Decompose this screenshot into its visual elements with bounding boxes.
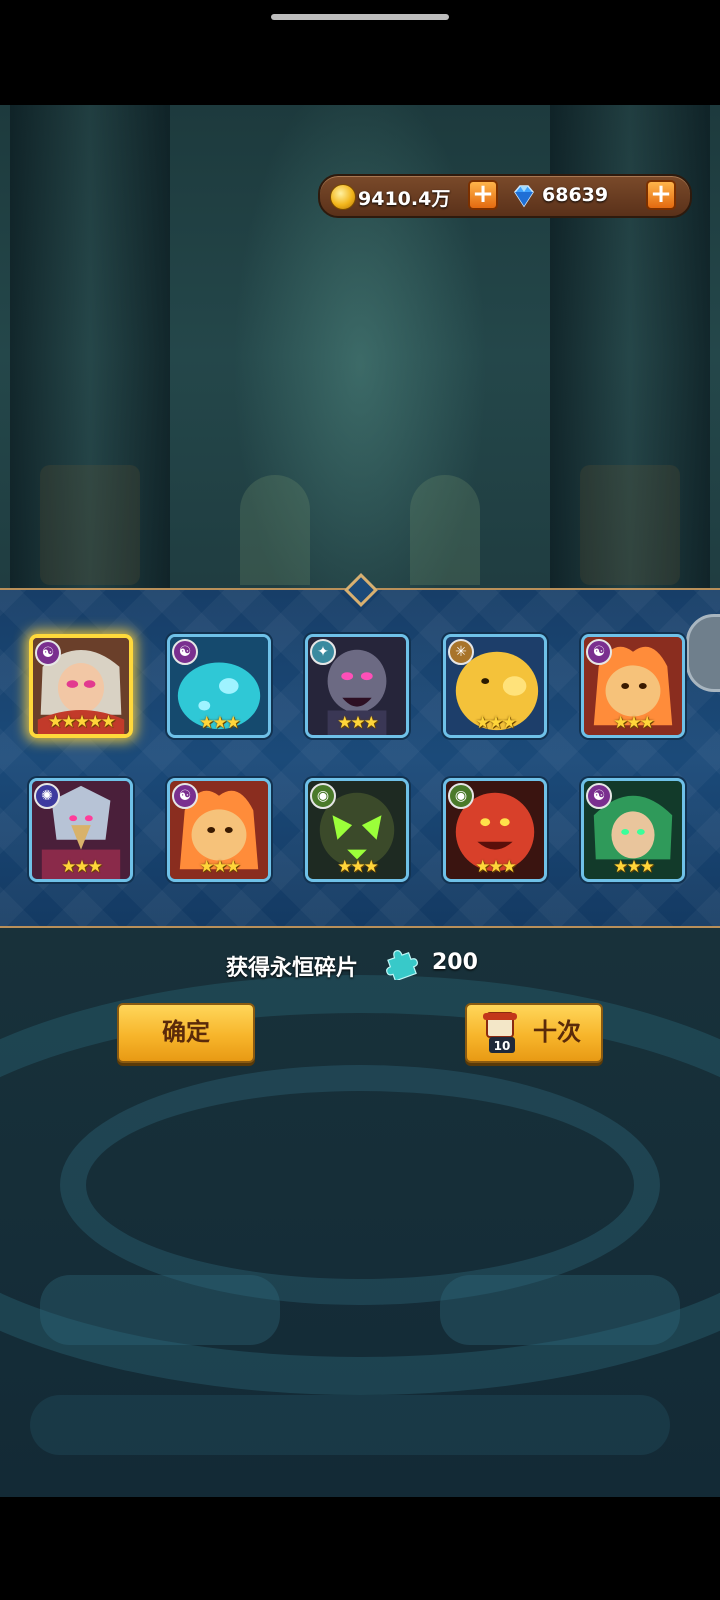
- element-storm-icon: ✦: [310, 639, 336, 665]
- gold-amount: 9410.4万: [358, 188, 451, 210]
- star-rating: ★★★: [475, 713, 517, 733]
- diamond-icon: [514, 185, 534, 208]
- hero-card[interactable]: ☯ ★★★: [581, 778, 685, 882]
- element-shadow-icon: ☯: [172, 639, 198, 665]
- element-nature-icon: ◉: [448, 783, 474, 809]
- element-shadow-icon: ☯: [172, 783, 198, 809]
- ten-draw-label: 十次: [533, 1018, 581, 1046]
- summon-circle-inner: [60, 1065, 660, 1305]
- element-shadow-icon: ☯: [35, 640, 61, 666]
- star-rating: ★★★: [613, 857, 655, 877]
- hero-card[interactable]: ☯ ★★★★★: [29, 634, 133, 738]
- star-rating: ★★★: [61, 857, 103, 877]
- star-rating: ★★★: [337, 857, 379, 877]
- star-rating: ★★★: [475, 857, 517, 877]
- coin-icon: [330, 184, 356, 210]
- reward-label: 获得永恒碎片: [226, 956, 359, 981]
- floor-rune: [40, 1275, 280, 1345]
- ticket-count: 10: [494, 1039, 511, 1053]
- floor-rune: [30, 1395, 670, 1455]
- gem-amount: 68639: [542, 184, 609, 206]
- hero-card[interactable]: ◉ ★★★: [305, 778, 409, 882]
- hero-card[interactable]: ✺ ★★★: [29, 778, 133, 882]
- element-shadow-icon: ☯: [586, 783, 612, 809]
- confirm-button-label: 确定: [162, 1018, 210, 1046]
- reward-amount: 200: [432, 950, 478, 975]
- star-rating: ★★★★★: [47, 712, 116, 732]
- status-bar-handle: [271, 14, 449, 20]
- element-void-icon: ✺: [34, 783, 60, 809]
- hero-card[interactable]: ☯ ★★★: [167, 634, 271, 738]
- hero-card[interactable]: ✦ ★★★: [305, 634, 409, 738]
- floor-rune: [440, 1275, 680, 1345]
- add-gems-button[interactable]: +: [646, 180, 676, 210]
- side-tab-button[interactable]: [686, 614, 720, 692]
- element-shadow-icon: ☯: [586, 639, 612, 665]
- ten-draw-button[interactable]: 10 十次: [465, 1003, 603, 1063]
- temple-arch: [410, 475, 480, 585]
- hero-card[interactable]: ☯ ★★★: [581, 634, 685, 738]
- hero-card[interactable]: ✳ ★★★: [443, 634, 547, 738]
- reward-row: 获得永恒碎片 200: [0, 946, 720, 986]
- confirm-button[interactable]: 确定: [117, 1003, 255, 1063]
- element-light-icon: ✳: [448, 639, 474, 665]
- hero-card[interactable]: ☯ ★★★: [167, 778, 271, 882]
- star-rating: ★★★: [199, 713, 241, 733]
- element-nature-icon: ◉: [310, 783, 336, 809]
- summon-ticket-icon: 10: [483, 1012, 517, 1053]
- puzzle-piece-icon: [386, 949, 418, 980]
- star-rating: ★★★: [199, 857, 241, 877]
- temple-pillar-left: [10, 105, 170, 605]
- star-rating: ★★★: [613, 713, 655, 733]
- summon-results-panel: ☯ ★★★★★ ☯ ★★★ ✦ ★★★ ✳ ★★★ ☯ ★★★ ✺ ★★★ ☯ …: [0, 573, 720, 928]
- temple-arch: [240, 475, 310, 585]
- currency-bar: 9410.4万 + 68639 +: [318, 174, 692, 218]
- star-rating: ★★★: [337, 713, 379, 733]
- screen: 9410.4万 + 68639 + ☯ ★★★★★ ☯ ★★★ ✦ ★★★ ✳ …: [0, 0, 720, 1600]
- add-gold-button[interactable]: +: [468, 180, 498, 210]
- hero-card[interactable]: ◉ ★★★: [443, 778, 547, 882]
